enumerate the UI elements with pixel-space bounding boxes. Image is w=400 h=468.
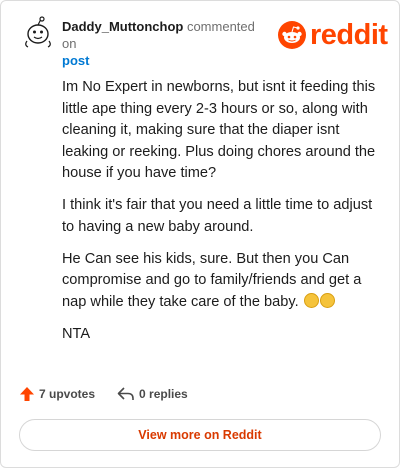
comment-paragraph: NTA: [62, 325, 91, 342]
comment-body: Im No Expert in newborns, but isnt it fe…: [62, 77, 382, 356]
author-line: Daddy_Muttonchop commented on post: [62, 18, 272, 69]
upvote-button[interactable]: 7 upvotes: [19, 386, 95, 402]
comment-actions: 7 upvotes 0 replies: [19, 386, 188, 402]
replies-button[interactable]: 0 replies: [117, 386, 188, 402]
winking-face-icon: [319, 292, 335, 308]
upvote-count: 7 upvotes: [39, 387, 96, 401]
comment-paragraph: I think it's fair that you need a little…: [62, 197, 373, 235]
avatar[interactable]: [21, 15, 55, 49]
reddit-snoo-icon: [278, 21, 306, 49]
comment-paragraph: Im No Expert in newborns, but isnt it fe…: [62, 79, 376, 181]
reddit-wordmark: reddit: [310, 19, 388, 51]
replies-count: 0 replies: [139, 387, 188, 401]
post-link[interactable]: post: [62, 52, 272, 69]
winking-face-icon: [303, 292, 319, 308]
upvote-arrow-icon: [20, 387, 34, 401]
comment-paragraph: He Can see his kids, sure. But then you …: [62, 250, 362, 310]
reply-arrow-icon: [117, 387, 134, 400]
view-more-button[interactable]: View more on Reddit: [19, 419, 381, 451]
reddit-logo[interactable]: reddit: [278, 19, 388, 51]
comment-embed-card: Daddy_Muttonchop commented on post reddi…: [0, 0, 400, 468]
author-name[interactable]: Daddy_Muttonchop: [62, 19, 183, 34]
